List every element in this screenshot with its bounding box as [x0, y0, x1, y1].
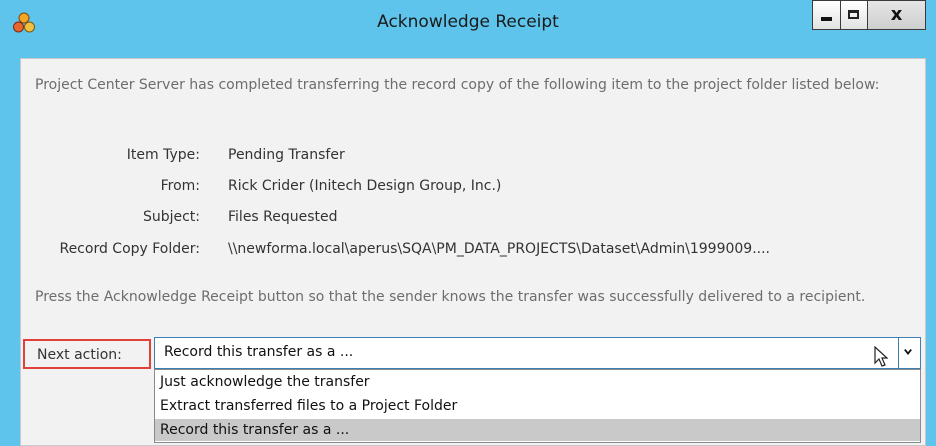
next-action-dropdown[interactable]: Record this transfer as a ...	[154, 337, 921, 369]
option-record-transfer[interactable]: Record this transfer as a ...	[155, 419, 920, 441]
next-action-label-highlight: Next action:	[23, 339, 151, 369]
close-button[interactable]: x	[868, 0, 926, 30]
dropdown-toggle-button[interactable]	[898, 338, 920, 368]
subject-value: Files Requested	[228, 209, 338, 225]
next-action-selected-value: Record this transfer as a ...	[164, 344, 354, 360]
maximize-button[interactable]	[840, 0, 868, 30]
record-copy-folder-value: \\newforma.local\aperus\SQA\PM_DATA_PROJ…	[228, 241, 771, 257]
from-label: From:	[160, 178, 200, 194]
option-extract-files[interactable]: Extract transferred files to a Project F…	[155, 395, 920, 417]
mouse-cursor-icon	[874, 346, 888, 367]
instruction-message: Press the Acknowledge Receipt button so …	[35, 289, 866, 305]
completion-message: Project Center Server has completed tran…	[35, 77, 880, 93]
option-just-acknowledge[interactable]: Just acknowledge the transfer	[155, 371, 920, 393]
content-panel: Project Center Server has completed tran…	[20, 58, 926, 446]
title-bar[interactable]: Acknowledge Receipt x	[0, 0, 936, 43]
minimize-icon	[821, 17, 832, 21]
next-action-label: Next action:	[37, 347, 122, 363]
subject-label: Subject:	[142, 209, 200, 225]
chevron-down-icon	[904, 349, 912, 356]
window-title: Acknowledge Receipt	[377, 12, 559, 32]
item-type-value: Pending Transfer	[228, 147, 345, 163]
maximize-icon	[848, 10, 859, 19]
close-icon: x	[890, 4, 903, 25]
from-value: Rick Crider (Initech Design Group, Inc.)	[228, 178, 502, 194]
next-action-options-list: Just acknowledge the transfer Extract tr…	[154, 369, 921, 443]
record-copy-folder-label: Record Copy Folder:	[59, 241, 200, 257]
minimize-button[interactable]	[812, 0, 840, 30]
dialog-window: Acknowledge Receipt x Project Center Ser…	[0, 0, 936, 446]
item-type-label: Item Type:	[126, 147, 200, 163]
